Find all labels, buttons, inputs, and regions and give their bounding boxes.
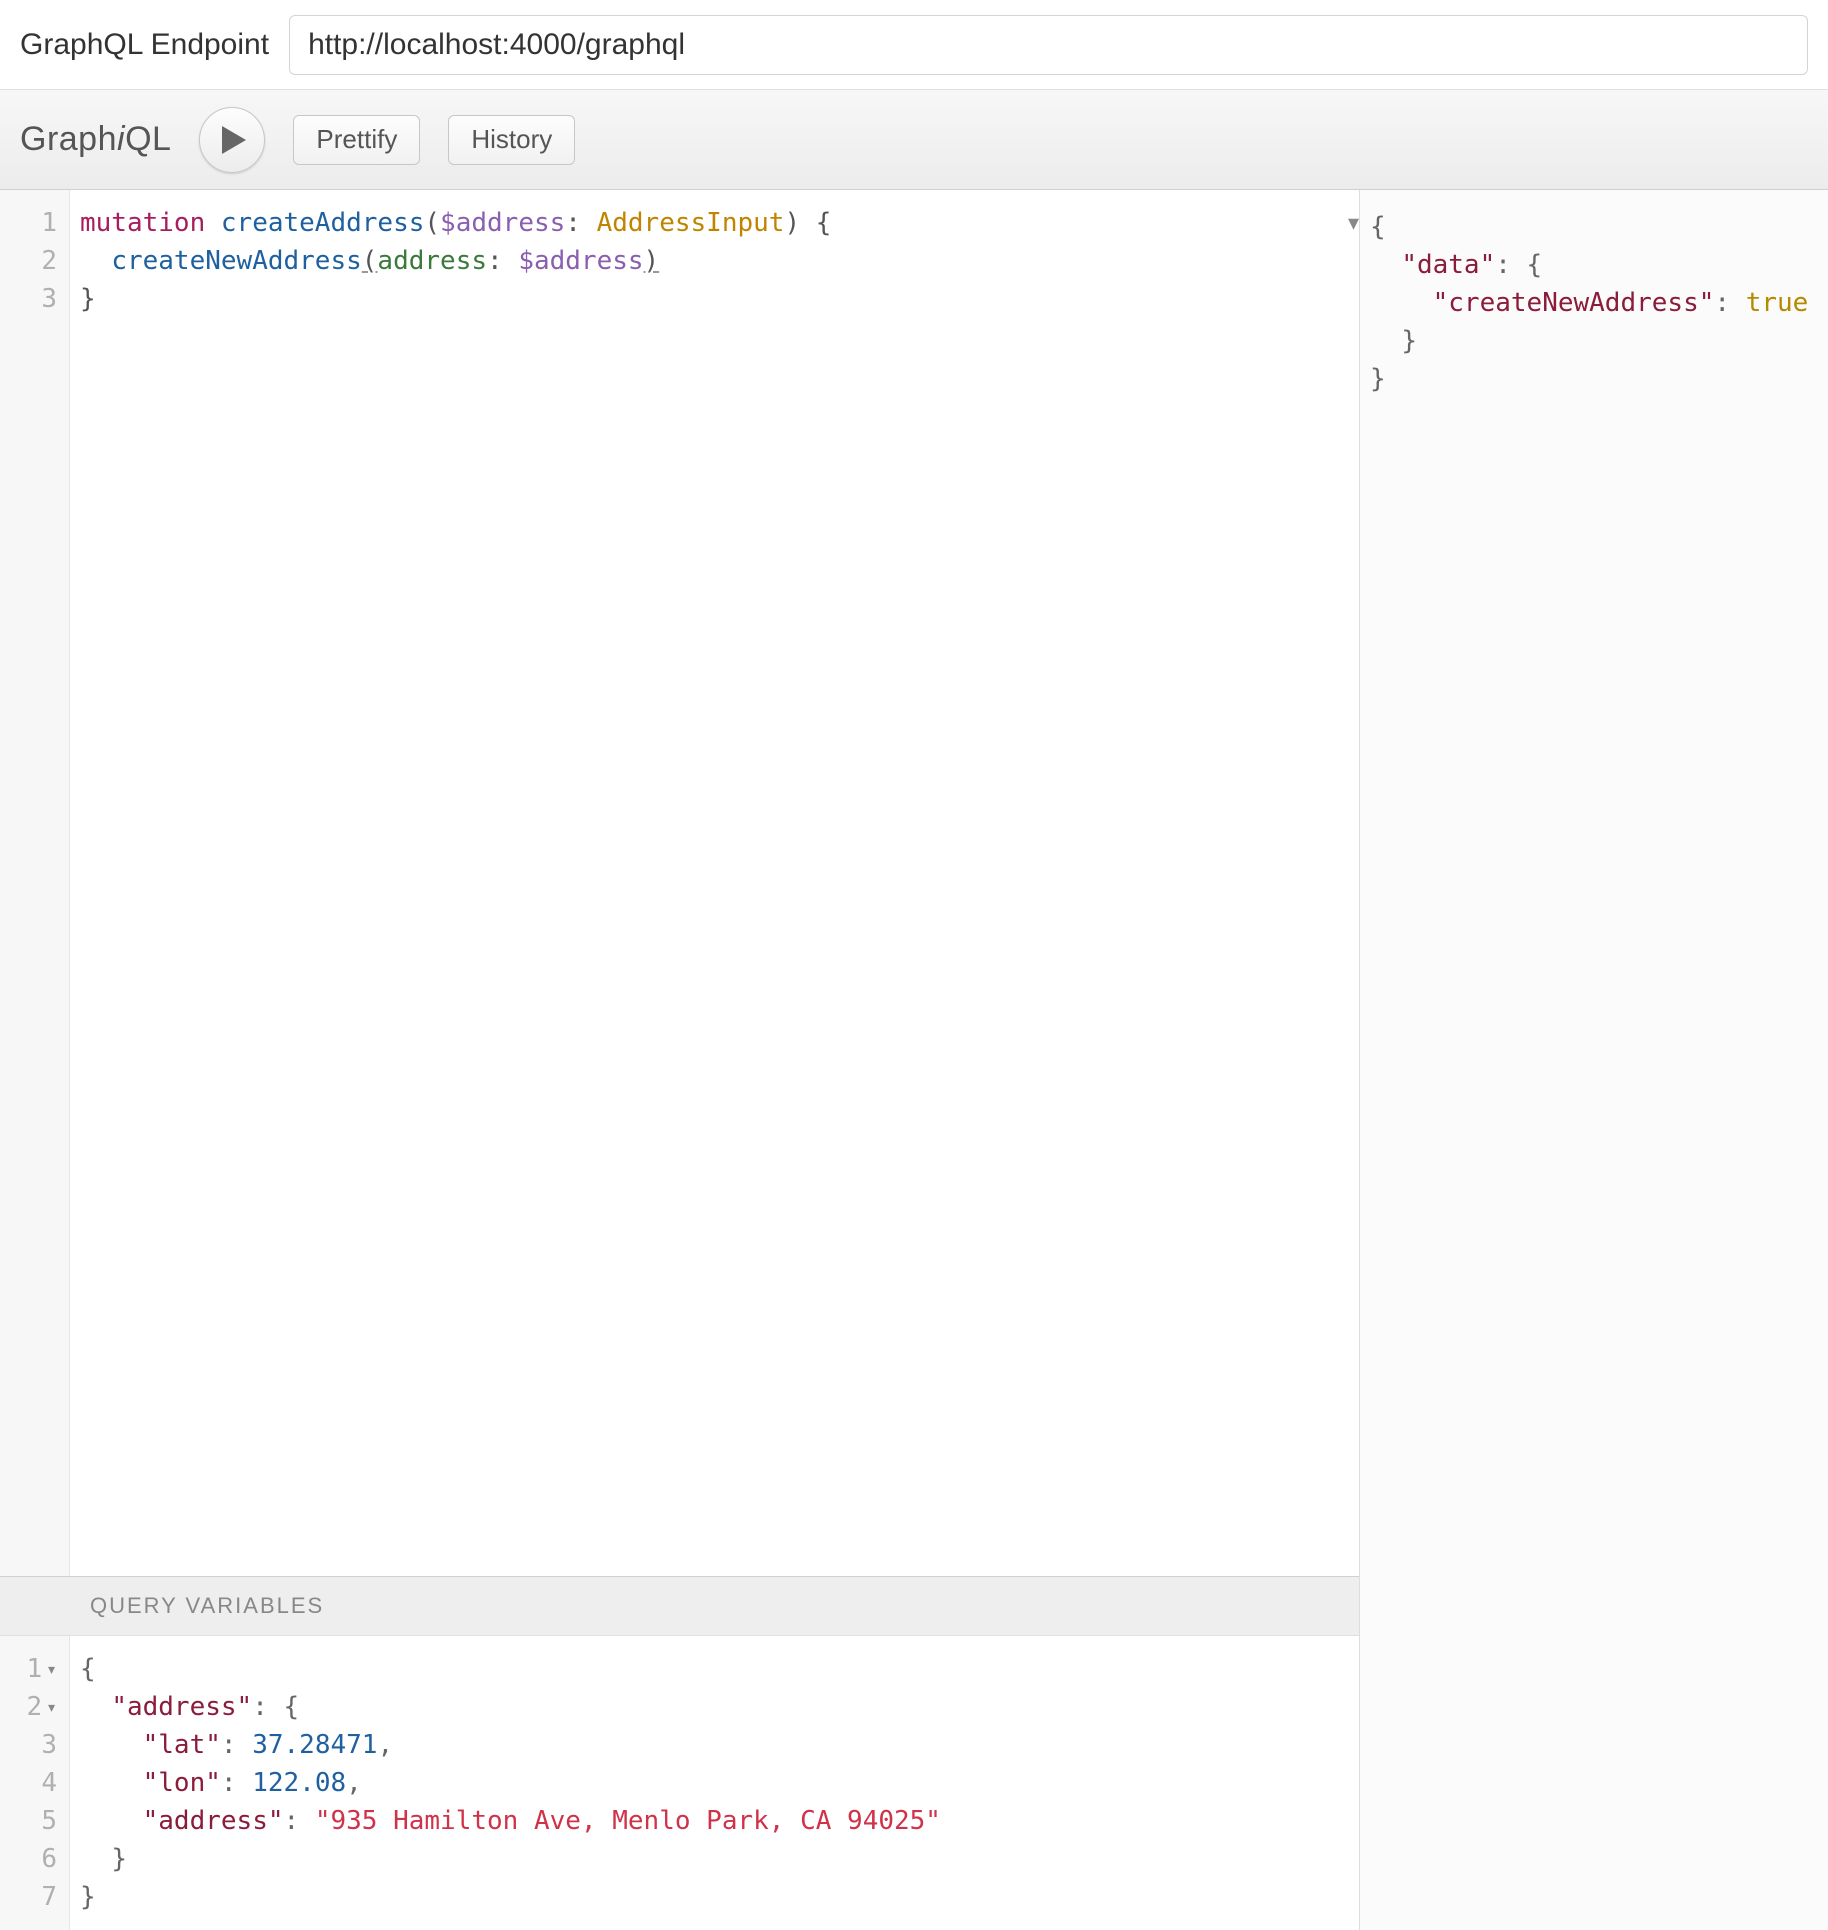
line-number: 2▾: [0, 1688, 57, 1726]
variables-editor[interactable]: 1▾ 2▾ 3 4 5 6 7 { "address": { "lat": 37…: [0, 1636, 1359, 1930]
line-number: 1▾: [0, 1650, 57, 1688]
token-property: "lat": [143, 1730, 221, 1760]
collapse-icon[interactable]: ▾: [1348, 210, 1359, 236]
token-field: createNewAddress: [111, 246, 361, 276]
token-number: 122.08: [252, 1768, 346, 1798]
token-variable: $address: [518, 246, 643, 276]
token-variable: $address: [440, 208, 565, 238]
logo-text-suffix: QL: [125, 120, 171, 158]
toolbar: GraphiQL Prettify History: [0, 90, 1828, 190]
prettify-button[interactable]: Prettify: [293, 115, 420, 165]
graphiql-logo: GraphiQL: [20, 120, 171, 159]
token-property: "data": [1401, 250, 1495, 280]
line-number: 3: [0, 280, 57, 318]
token-type: AddressInput: [597, 208, 785, 238]
query-variables-header[interactable]: QUERY VARIABLES: [0, 1576, 1359, 1636]
fold-icon[interactable]: ▾: [46, 1689, 57, 1727]
query-editor[interactable]: 1 2 3 mutation createAddress($address: A…: [0, 190, 1359, 1576]
endpoint-label: GraphQL Endpoint: [20, 28, 269, 62]
variables-gutter: 1▾ 2▾ 3 4 5 6 7: [0, 1636, 70, 1930]
token-property: "address": [111, 1692, 252, 1722]
line-number: 7: [0, 1878, 57, 1916]
token-property: "lon": [143, 1768, 221, 1798]
token-string: "935 Hamilton Ave, Menlo Park, CA 94025": [315, 1806, 941, 1836]
fold-icon[interactable]: ▾: [46, 1651, 57, 1689]
line-number: 3: [0, 1726, 57, 1764]
variables-code[interactable]: { "address": { "lat": 37.28471, "lon": 1…: [70, 1636, 1359, 1930]
token-number: 37.28471: [252, 1730, 377, 1760]
left-pane: 1 2 3 mutation createAddress($address: A…: [0, 190, 1360, 1930]
line-number: 6: [0, 1840, 57, 1878]
result-code: { "data": { "createNewAddress": true } }: [1360, 190, 1828, 416]
main-split: 1 2 3 mutation createAddress($address: A…: [0, 190, 1828, 1930]
token-property: "address": [143, 1806, 284, 1836]
play-icon: [222, 126, 246, 154]
line-number: 5: [0, 1802, 57, 1840]
history-button[interactable]: History: [448, 115, 575, 165]
token-arg-name: address: [377, 246, 487, 276]
logo-text-prefix: Graph: [20, 120, 117, 158]
endpoint-input[interactable]: [289, 15, 1808, 75]
token-operation-name: createAddress: [221, 208, 425, 238]
query-code[interactable]: mutation createAddress($address: Address…: [70, 190, 1359, 1576]
result-pane: ▾ { "data": { "createNewAddress": true }…: [1360, 190, 1828, 1930]
line-number: 4: [0, 1764, 57, 1802]
token-property: "createNewAddress": [1433, 288, 1715, 318]
token-boolean: true: [1746, 288, 1809, 318]
token-keyword: mutation: [80, 208, 205, 238]
line-number: 2: [0, 242, 57, 280]
query-gutter: 1 2 3: [0, 190, 70, 1576]
line-number: 1: [0, 204, 57, 242]
logo-text-i: i: [117, 120, 125, 158]
endpoint-bar: GraphQL Endpoint: [0, 0, 1828, 90]
execute-button[interactable]: [199, 107, 265, 173]
